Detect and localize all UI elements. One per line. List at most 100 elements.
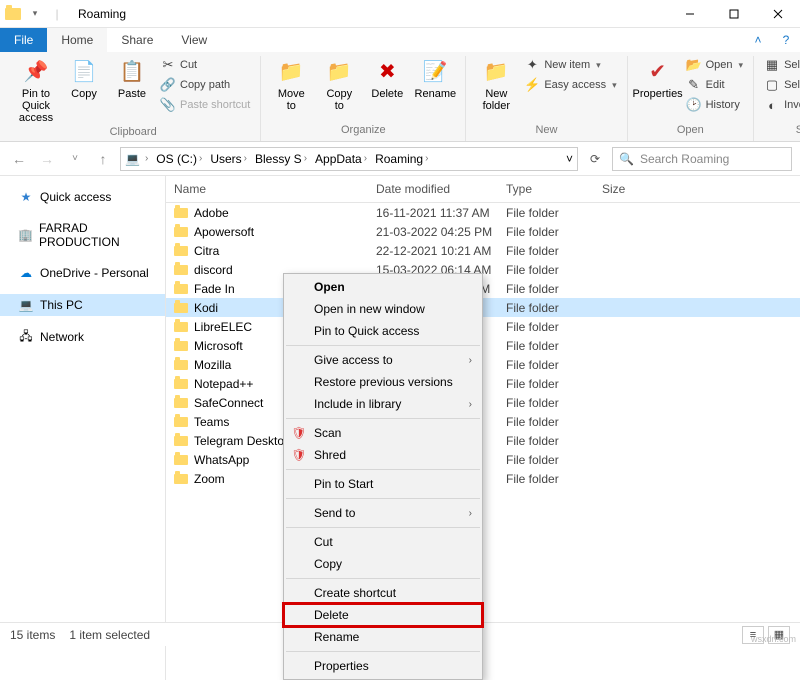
table-row[interactable]: discord15-03-2022 06:14 AMFile folder	[166, 260, 800, 279]
file-name: discord	[194, 263, 233, 277]
breadcrumb-dropdown-icon[interactable]: ˅	[566, 152, 573, 166]
select-none-button[interactable]: ▢Select none	[762, 76, 800, 94]
file-name: Kodi	[194, 301, 218, 315]
tab-home[interactable]: Home	[47, 28, 107, 52]
ctx-pin-quick-access[interactable]: Pin to Quick access	[284, 320, 482, 342]
col-name[interactable]: Name	[166, 182, 376, 196]
ctx-properties[interactable]: Properties	[284, 655, 482, 677]
easy-access-button[interactable]: ⚡Easy access▾	[522, 76, 618, 94]
window-title: Roaming	[78, 7, 668, 21]
ctx-copy[interactable]: Copy	[284, 553, 482, 575]
invert-selection-button[interactable]: ◐Invert selection	[762, 96, 800, 114]
file-type: File folder	[506, 377, 602, 391]
ctx-restore-versions[interactable]: Restore previous versions	[284, 371, 482, 393]
tab-share[interactable]: Share	[107, 28, 167, 52]
ctx-create-shortcut[interactable]: Create shortcut	[284, 582, 482, 604]
nav-onedrive[interactable]: ☁OneDrive - Personal	[0, 262, 165, 284]
tab-file[interactable]: File	[0, 28, 47, 52]
folder-icon	[174, 417, 188, 427]
ctx-delete[interactable]: Delete	[284, 604, 482, 626]
select-all-icon: ▦	[764, 57, 780, 73]
copy-path-button[interactable]: 🔗Copy path	[158, 76, 252, 94]
table-row[interactable]: SafeConnectFile folder	[166, 393, 800, 412]
ctx-cut[interactable]: Cut	[284, 531, 482, 553]
table-row[interactable]: Notepad++File folder	[166, 374, 800, 393]
table-row[interactable]: LibreELECFile folder	[166, 317, 800, 336]
cut-button[interactable]: ✂Cut	[158, 56, 252, 74]
new-folder-button[interactable]: 📁New folder	[474, 56, 518, 112]
group-label-open: Open	[636, 122, 745, 136]
table-row[interactable]: Fade In26-11-2021 11:10 PMFile folder	[166, 279, 800, 298]
folder-icon	[174, 360, 188, 370]
delete-button[interactable]: ✖Delete	[365, 56, 409, 100]
table-row[interactable]: Apowersoft21-03-2022 04:25 PMFile folder	[166, 222, 800, 241]
ctx-open[interactable]: Open	[284, 276, 482, 298]
col-size[interactable]: Size	[602, 182, 662, 196]
ctx-scan[interactable]: 🛡Scan	[284, 422, 482, 444]
up-button[interactable]: ↑	[92, 148, 114, 170]
file-type: File folder	[506, 339, 602, 353]
file-type: File folder	[506, 206, 602, 220]
refresh-button[interactable]: ⟳	[584, 148, 606, 170]
ctx-rename[interactable]: Rename	[284, 626, 482, 648]
edit-button[interactable]: ✎Edit	[684, 76, 745, 94]
paste-shortcut-button[interactable]: 📎Paste shortcut	[158, 96, 252, 114]
col-type[interactable]: Type	[506, 182, 602, 196]
table-row[interactable]: MicrosoftFile folder	[166, 336, 800, 355]
move-to-icon: 📁	[277, 58, 305, 86]
file-name: Mozilla	[194, 358, 231, 372]
nav-quick-access[interactable]: ★Quick access	[0, 186, 165, 208]
folder-icon	[174, 208, 188, 218]
new-item-button[interactable]: ✦New item▾	[522, 56, 618, 74]
delete-icon: ✖	[373, 58, 401, 86]
nav-this-pc[interactable]: 💻This PC	[0, 294, 165, 316]
ctx-pin-start[interactable]: Pin to Start	[284, 473, 482, 495]
table-row[interactable]: Adobe16-11-2021 11:37 AMFile folder	[166, 203, 800, 222]
table-row[interactable]: Telegram DesktopFile folder	[166, 431, 800, 450]
ctx-send-to[interactable]: Send to›	[284, 502, 482, 524]
paste-button[interactable]: 📋Paste	[110, 56, 154, 100]
col-date[interactable]: Date modified	[376, 182, 506, 196]
table-row[interactable]: KodiFile folder	[166, 298, 800, 317]
paste-shortcut-icon: 📎	[160, 97, 176, 113]
search-input[interactable]: 🔍 Search Roaming	[612, 147, 792, 171]
table-row[interactable]: TeamsFile folder	[166, 412, 800, 431]
copy-to-button[interactable]: 📁Copy to	[317, 56, 361, 112]
copy-button[interactable]: 📄Copy	[62, 56, 106, 100]
recent-dropdown[interactable]: ˅	[64, 148, 86, 170]
ctx-include-library[interactable]: Include in library›	[284, 393, 482, 415]
history-button[interactable]: 🕑History	[684, 96, 745, 114]
crumb-roaming: Roaming›	[372, 152, 433, 166]
ribbon: 📌Pin to Quick access 📄Copy 📋Paste ✂Cut 🔗…	[0, 52, 800, 142]
help-icon[interactable]: ?	[772, 28, 800, 52]
tab-view[interactable]: View	[167, 28, 221, 52]
nav-farrad[interactable]: 🏢FARRAD PRODUCTION	[0, 218, 165, 252]
ctx-shred[interactable]: 🛡Shred	[284, 444, 482, 466]
file-type: File folder	[506, 225, 602, 239]
table-row[interactable]: Citra22-12-2021 10:21 AMFile folder	[166, 241, 800, 260]
expand-ribbon-icon[interactable]: ˄	[744, 28, 772, 52]
move-to-button[interactable]: 📁Move to	[269, 56, 313, 112]
close-button[interactable]	[756, 0, 800, 28]
maximize-button[interactable]	[712, 0, 756, 28]
forward-button[interactable]: →	[36, 148, 58, 170]
table-row[interactable]: ZoomFile folder	[166, 469, 800, 488]
qat-down-icon[interactable]: ▾	[26, 5, 44, 23]
context-menu: Open Open in new window Pin to Quick acc…	[283, 273, 483, 680]
back-button[interactable]: ←	[8, 148, 30, 170]
column-headers[interactable]: Name Date modified Type Size	[166, 176, 800, 203]
minimize-button[interactable]	[668, 0, 712, 28]
rename-button[interactable]: 📝Rename	[413, 56, 457, 100]
select-all-button[interactable]: ▦Select all	[762, 56, 800, 74]
ctx-give-access[interactable]: Give access to›	[284, 349, 482, 371]
open-button[interactable]: 📂Open▾	[684, 56, 745, 74]
ctx-open-new-window[interactable]: Open in new window	[284, 298, 482, 320]
breadcrumb[interactable]: 💻 › OS (C:)› Users› Blessy S› AppData› R…	[120, 147, 578, 171]
group-new: 📁New folder ✦New item▾ ⚡Easy access▾ New	[466, 56, 627, 141]
new-item-icon: ✦	[524, 57, 540, 73]
table-row[interactable]: WhatsAppFile folder	[166, 450, 800, 469]
nav-network[interactable]: 🖧Network	[0, 326, 165, 348]
properties-button[interactable]: ✔Properties	[636, 56, 680, 100]
pin-quick-access-button[interactable]: 📌Pin to Quick access	[14, 56, 58, 124]
table-row[interactable]: MozillaFile folder	[166, 355, 800, 374]
